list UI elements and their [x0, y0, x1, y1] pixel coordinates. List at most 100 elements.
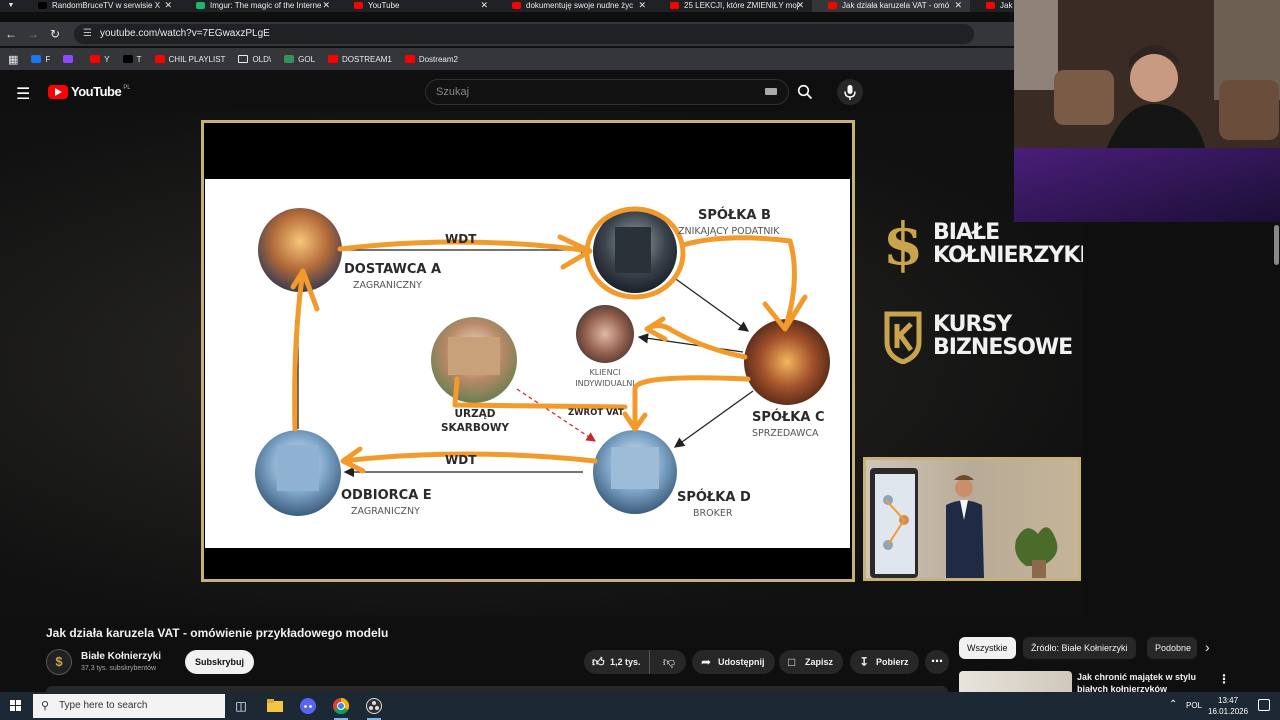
bookmark-label: Dostream2	[418, 54, 458, 64]
voice-search-button[interactable]	[837, 79, 863, 105]
browser-tab[interactable]: dokumentuję swoje nudne życ ✕	[496, 0, 654, 12]
related-video-title[interactable]: Jak chronić majątek w stylu białych kołn…	[1077, 671, 1202, 693]
browser-tab[interactable]: YouTube ✕	[338, 0, 496, 12]
tab-close-icon[interactable]: ✕	[322, 0, 330, 11]
save-label: Zapisz	[805, 657, 834, 667]
subscribe-button[interactable]: Subskrybuj	[185, 650, 254, 674]
urzad-name: URZĄD SKARBOWY	[440, 408, 510, 434]
bookmark-item[interactable]: Y	[90, 54, 110, 64]
channel-name[interactable]: Białe Kołnierzyki	[81, 651, 161, 662]
dostawca-a-role: ZAGRANICZNY	[353, 280, 422, 291]
bookmark-item[interactable]: GOL	[284, 55, 315, 64]
chevron-right-icon[interactable]: ›	[1205, 639, 1210, 655]
taskbar-search-input[interactable]: ⚲ Type here to search	[33, 694, 225, 718]
chip-source[interactable]: Źródło: Białe Kołnierzyki	[1023, 637, 1136, 659]
odbiorca-e-role: ZAGRANICZNY	[351, 506, 420, 517]
video-title: Jak działa karuzela VAT - omówienie przy…	[46, 626, 389, 640]
keyboard-icon[interactable]	[765, 88, 777, 95]
x-icon	[38, 2, 47, 9]
browser-tab[interactable]: Imgur: The magic of the Interne ✕	[180, 0, 338, 12]
shield-logo-icon	[881, 304, 925, 368]
windows-start-icon[interactable]	[10, 700, 22, 712]
url-field[interactable]: ☰ youtube.com/watch?v=7EGwaxzPLgE	[74, 24, 974, 44]
share-icon: ➦	[701, 655, 712, 669]
g-icon	[284, 55, 295, 63]
bookmark-label: GOL	[298, 54, 316, 64]
system-clock[interactable]: 13:47 16.01.2026	[1208, 695, 1248, 717]
download-label: Pobierz	[876, 657, 909, 667]
chip-related[interactable]: Podobne	[1147, 637, 1197, 659]
spolka-d-name: SPÓŁKA D	[677, 490, 751, 505]
browser-tab[interactable]: Jak działa karuzela VAT - omó ✕	[812, 0, 970, 12]
related-video-menu-icon[interactable]: ⋮	[1218, 672, 1230, 686]
spolka-b-building	[615, 227, 651, 273]
back-button[interactable]: ←	[0, 27, 22, 41]
tab-close-icon[interactable]: ✕	[164, 0, 172, 11]
reload-button[interactable]: ↻	[44, 27, 66, 41]
spolka-b-name: SPÓŁKA B	[698, 208, 771, 223]
task-view-icon[interactable]: ◫	[230, 696, 252, 716]
tab-close-icon[interactable]: ✕	[796, 0, 804, 11]
site-info-icon[interactable]: ☰	[83, 24, 92, 44]
bookmark-item[interactable]: OLD\	[238, 55, 271, 64]
browser-tab[interactable]: 25 LEKCJI, które ZMIENIŁY moj ✕	[654, 0, 812, 12]
youtube-icon	[670, 2, 679, 9]
chip-all[interactable]: Wszystkie	[959, 637, 1016, 659]
chrome-icon[interactable]	[330, 696, 352, 720]
thumbs-up-icon: 👍︎	[592, 655, 605, 669]
browser-tab-label: Imgur: The magic of the Interne	[210, 1, 322, 10]
bookmark-item[interactable]: Dostream2	[404, 54, 458, 64]
channel-avatar[interactable]: $	[46, 649, 72, 675]
browser-tab[interactable]: RandomBruceTV w serwisie X ✕	[22, 0, 180, 12]
wdt-bottom-label: WDT	[445, 453, 477, 467]
browser-tab-label: 25 LEKCJI, które ZMIENIŁY moj	[684, 1, 799, 10]
odbiorca-e-building	[277, 445, 319, 491]
apps-shortcut[interactable]: ▦	[8, 53, 18, 66]
search-button[interactable]	[790, 79, 820, 105]
bookmark-item[interactable]: F	[31, 55, 50, 64]
save-button[interactable]: □ Zapisz	[779, 650, 844, 674]
bookmark-label: Y	[104, 54, 110, 64]
browser-tab-label: RandomBruceTV w serwisie X	[52, 1, 161, 10]
search-input[interactable]: Szukaj	[425, 79, 789, 105]
country-code: PL	[123, 84, 131, 91]
bookmark-item[interactable]: CHIL PLAYLIST	[154, 55, 225, 64]
browser-tab[interactable]: Jak	[970, 0, 1014, 12]
youtube-logo[interactable]: YouTube PL	[48, 84, 131, 99]
dislike-button[interactable]: 👎︎	[654, 650, 684, 674]
tab-search-button[interactable]: ▼	[0, 0, 22, 12]
browser-tab-label: dokumentuję swoje nudne życ	[526, 1, 634, 10]
bookmark-item[interactable]: T	[122, 55, 142, 64]
page-scrollbar[interactable]	[1274, 225, 1279, 265]
tab-close-icon[interactable]: ✕	[480, 0, 488, 11]
bookmark-label: F	[45, 54, 51, 64]
forward-button[interactable]: →	[22, 27, 44, 41]
bookmark-item[interactable]: DOSTREAM1	[328, 55, 392, 64]
more-actions-button[interactable]: ⋯	[925, 650, 949, 674]
download-icon: ↧	[859, 655, 870, 669]
related-video-thumbnail[interactable]	[959, 671, 1072, 693]
spolka-d-role: BROKER	[693, 508, 733, 519]
youtube-play-icon	[48, 84, 68, 99]
apps-grid-icon: ▦	[8, 53, 19, 66]
twitch-icon	[63, 55, 74, 63]
bookmark-item[interactable]	[63, 55, 77, 63]
file-explorer-icon[interactable]	[264, 696, 286, 716]
obs-icon[interactable]	[363, 696, 385, 720]
discord-icon[interactable]	[297, 696, 319, 716]
notifications-icon[interactable]	[1258, 699, 1270, 711]
share-button[interactable]: ➦ Udostępnij	[692, 650, 775, 674]
microphone-icon	[844, 85, 856, 100]
browser-tab-label: Jak	[1000, 1, 1013, 10]
tab-close-icon[interactable]: ✕	[954, 0, 962, 11]
menu-icon[interactable]: ☰	[16, 84, 30, 104]
dollar-logo-icon: $	[882, 210, 924, 278]
download-button[interactable]: ↧ Pobierz	[850, 650, 919, 674]
facebook-icon	[31, 55, 42, 63]
like-button[interactable]: 👍︎ 1,2 tys.	[584, 650, 650, 674]
brand-line-1: BIAŁE	[933, 220, 1000, 245]
odbiorca-e-name: ODBIORCA E	[341, 488, 432, 503]
language-indicator[interactable]: POL	[1186, 701, 1202, 710]
taskbar-search-placeholder: Type here to search	[59, 700, 148, 711]
tab-close-icon[interactable]: ✕	[638, 0, 646, 11]
